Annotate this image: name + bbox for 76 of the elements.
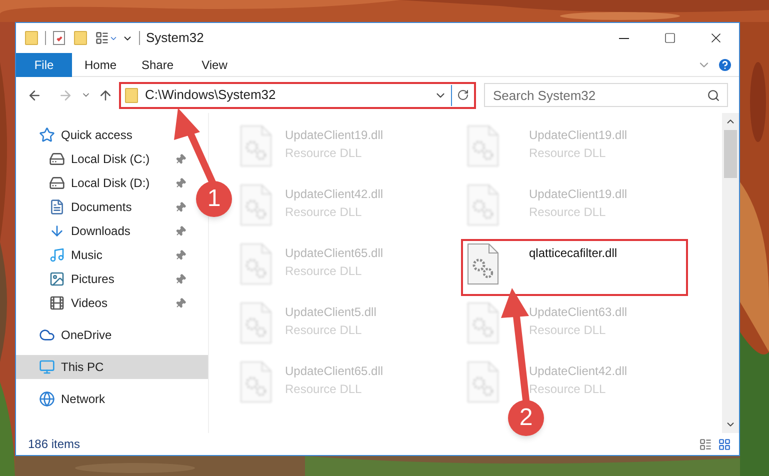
nav-label: Videos: [71, 295, 108, 312]
help-icon[interactable]: [717, 56, 733, 72]
file-gear-icon: [467, 125, 499, 167]
file-name: qlatticecafilter.dll: [529, 245, 618, 262]
scroll-thumb[interactable]: [724, 130, 737, 178]
search-field[interactable]: Search System32: [484, 83, 728, 107]
nav-item[interactable]: Downloads: [16, 219, 192, 243]
refresh-icon[interactable]: [457, 89, 469, 101]
nav-item[interactable]: Music: [16, 243, 192, 267]
nav-item[interactable]: Quick access: [16, 123, 176, 147]
file-name: UpdateClient19.dll: [285, 127, 384, 144]
maximize-icon: [664, 32, 676, 44]
file-gear-icon: [467, 361, 499, 403]
star-icon: [39, 127, 55, 143]
file-gear-icon: [240, 302, 272, 344]
nav-label: Documents: [71, 199, 133, 216]
up-icon[interactable]: [98, 88, 113, 102]
nav-label: Local Disk (C:): [71, 151, 151, 168]
nav-label: Local Disk (D:): [71, 175, 151, 192]
document-icon: [49, 199, 65, 215]
ribbon-tab[interactable]: Share: [129, 52, 186, 76]
drive-icon: [49, 175, 65, 191]
image-icon: [49, 271, 65, 287]
file-name: UpdateClient19.dll: [529, 127, 628, 144]
file-tab[interactable]: File: [16, 52, 72, 76]
drive-icon: [49, 151, 65, 167]
file-name: UpdateClient42.dll: [529, 363, 628, 380]
nav-label: Pictures: [71, 271, 116, 288]
film-icon: [49, 295, 65, 311]
file-gear-icon: [467, 184, 499, 226]
nav-label: Music: [71, 247, 104, 264]
window-title: System32: [146, 29, 204, 48]
nav-item[interactable]: OneDrive: [16, 323, 176, 347]
file-gear-icon: [467, 243, 499, 285]
search-icon[interactable]: [707, 88, 720, 102]
ribbon-tab[interactable]: View: [186, 52, 243, 76]
file-gear-icon: [467, 302, 499, 344]
file-gear-icon: [240, 125, 272, 167]
nav-label: Quick access: [61, 127, 134, 144]
file-name: UpdateClient5.dll: [285, 304, 376, 321]
music-note-icon: [49, 247, 65, 263]
highlighted-file-item[interactable]: qlatticecafilter.dll: [461, 239, 688, 296]
file-gear-icon: [240, 361, 272, 403]
scrollbar[interactable]: [722, 113, 739, 433]
monitor-icon: [39, 359, 55, 375]
cloud-icon: [39, 327, 55, 343]
back-icon[interactable]: [27, 88, 42, 102]
status-text: 186 items: [28, 436, 80, 453]
file-gear-icon: [240, 243, 272, 285]
file-name: UpdateClient65.dll: [285, 363, 384, 380]
view-list-icon[interactable]: [95, 31, 109, 45]
file-name: UpdateClient42.dll: [285, 186, 384, 203]
large-icons-view-icon[interactable]: [718, 438, 731, 450]
nav-item[interactable]: Documents: [16, 195, 192, 219]
address-field[interactable]: C:\Windows\System32: [119, 82, 476, 108]
forward-icon[interactable]: [58, 88, 73, 102]
file-name: UpdateClient65.dll: [285, 245, 384, 262]
folder-icon: [125, 88, 138, 102]
globe-icon: [39, 391, 55, 407]
nav-item[interactable]: Videos: [16, 291, 192, 315]
details-view-icon[interactable]: [699, 438, 712, 450]
file-gear-icon: [240, 184, 272, 226]
file-name: UpdateClient19.dll: [529, 186, 628, 203]
nav-item[interactable]: This PC: [16, 355, 208, 379]
nav-item[interactable]: Local Disk (D:): [16, 171, 192, 195]
nav-label: Network: [61, 391, 106, 408]
address-path: C:\Windows\System32: [145, 86, 277, 104]
file-name: UpdateClient63.dll: [529, 304, 628, 321]
ribbon-tab[interactable]: Home: [72, 52, 129, 76]
nav-label: OneDrive: [61, 327, 113, 344]
nav-item[interactable]: Pictures: [16, 267, 192, 291]
nav-label: This PC: [61, 359, 105, 376]
checklist-icon[interactable]: [53, 31, 65, 45]
nav-label: Downloads: [71, 223, 132, 240]
nav-item[interactable]: Local Disk (C:): [16, 147, 192, 171]
nav-item[interactable]: Network: [16, 387, 176, 411]
